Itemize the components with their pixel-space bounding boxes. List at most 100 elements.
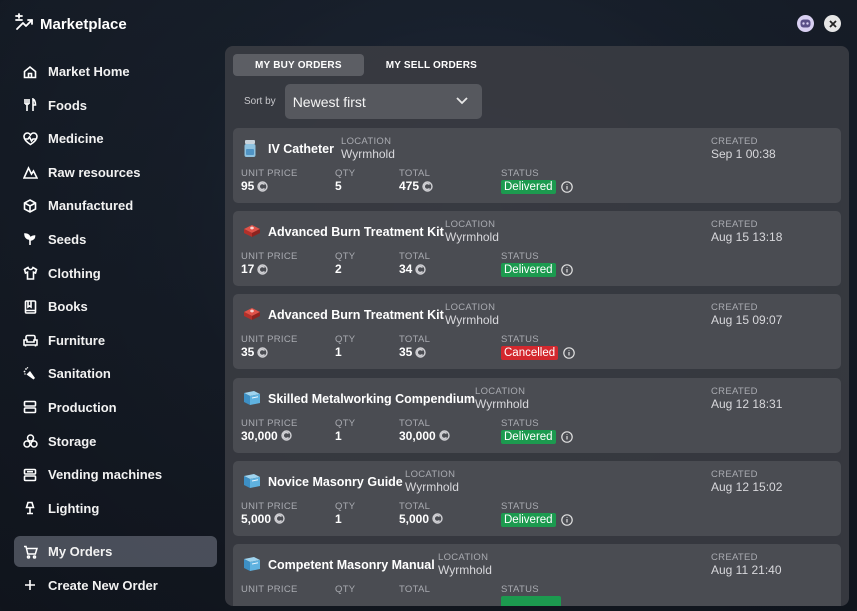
sidebar-item-label: Clothing [48, 265, 101, 281]
orders-panel: MY BUY ORDERS MY SELL ORDERS Sort by New… [225, 46, 849, 606]
sidebar-item-medicine[interactable]: Medicine [14, 123, 217, 154]
item-name: Advanced Burn Treatment Kit [268, 308, 444, 323]
assistant-bot-icon[interactable] [797, 15, 814, 32]
status-badge: Delivered [501, 263, 556, 278]
order-card[interactable]: Competent Masonry Manual LOCATION Wyrmho… [233, 543, 841, 606]
status-caption: STATUS [501, 251, 539, 263]
sidebar-item-vending-machines[interactable]: Vending machines [14, 459, 217, 490]
location-value: Wyrmhold [341, 147, 395, 161]
order-card[interactable]: Novice Masonry Guide LOCATION Wyrmhold C… [233, 460, 841, 536]
status-badge: Cancelled [501, 346, 559, 361]
location-value: Wyrmhold [445, 230, 499, 245]
heartbeat-icon [22, 131, 38, 147]
info-icon[interactable] [563, 347, 575, 360]
sidebar-item-create-new-order[interactable]: Create New Order [14, 570, 217, 601]
sidebar-item-label: Create New Order [48, 577, 158, 593]
created-value: Sep 1 00:38 [711, 147, 776, 161]
location-caption: LOCATION [405, 468, 456, 480]
sidebar-item-manufactured[interactable]: Manufactured [14, 190, 217, 221]
location-value: Wyrmhold [445, 313, 499, 328]
info-icon[interactable] [560, 264, 573, 276]
total-caption: TOTAL [399, 583, 431, 595]
sidebar-item-raw-resources[interactable]: Raw resources [14, 157, 217, 188]
status-caption: STATUS [501, 500, 539, 512]
sidebar-item-seeds[interactable]: Seeds [14, 224, 217, 255]
mountain-icon [22, 164, 38, 180]
unit-price-value: 17 [241, 262, 255, 277]
status-badge: Delivered [501, 512, 556, 527]
marketplace-logo-icon [14, 13, 34, 35]
book-icon [22, 299, 38, 315]
coin-icon [432, 513, 443, 524]
sidebar-item-label: Medicine [48, 131, 104, 147]
coin-icon [257, 263, 269, 275]
total-caption: TOTAL [399, 417, 431, 429]
order-card[interactable]: IV Catheter LOCATION Wyrmhold CREATED Se… [233, 128, 841, 203]
created-caption: CREATED [711, 219, 758, 231]
info-icon[interactable] [560, 181, 573, 193]
info-icon[interactable] [560, 513, 573, 526]
sidebar-item-label: Lighting [48, 500, 100, 516]
sidebar-item-label: Foods [48, 97, 87, 113]
total-caption: TOTAL [399, 334, 431, 346]
tab-my-sell-orders[interactable]: MY SELL ORDERS [364, 54, 499, 76]
sidebar-item-label: Storage [48, 433, 97, 449]
sort-select[interactable]: Newest first [284, 84, 482, 119]
sidebar: Market Home Foods Medicine Raw resources… [14, 56, 217, 604]
qty-caption: QTY [335, 500, 356, 512]
location-value: Wyrmhold [405, 479, 459, 494]
sidebar-item-my-orders[interactable]: My Orders [14, 536, 217, 568]
chevron-down-icon [454, 92, 470, 111]
sidebar-item-market-home[interactable]: Market Home [14, 56, 217, 87]
orders-list: IV Catheter LOCATION Wyrmhold CREATED Se… [233, 128, 841, 606]
sofa-icon [22, 332, 38, 348]
location-caption: LOCATION [445, 302, 496, 314]
status-badge [501, 595, 561, 606]
total-value: 35 [399, 345, 413, 360]
created-caption: CREATED [711, 468, 758, 480]
sidebar-item-sanitation[interactable]: Sanitation [14, 358, 217, 389]
sidebar-item-label: Production [48, 399, 117, 415]
unit-price-caption: UNIT PRICE [241, 417, 298, 429]
sidebar-item-production[interactable]: Production [14, 392, 217, 423]
status-caption: STATUS [501, 168, 539, 179]
close-icon[interactable] [824, 15, 841, 32]
coin-icon [281, 430, 292, 441]
sidebar-item-label: Vending machines [48, 467, 163, 483]
sidebar-item-books[interactable]: Books [14, 291, 217, 322]
item-name: Skilled Metalworking Compendium [268, 391, 475, 406]
app-title-text: Marketplace [40, 15, 127, 33]
unit-price-value: 95 [241, 179, 255, 193]
created-caption: CREATED [711, 385, 758, 397]
order-tabs: MY BUY ORDERS MY SELL ORDERS [233, 54, 499, 76]
unit-price-caption: UNIT PRICE [241, 168, 298, 179]
home-icon [22, 64, 38, 80]
book-blue-icon [243, 390, 260, 408]
created-value: Aug 15 13:18 [711, 230, 783, 245]
cart-icon [22, 544, 38, 560]
qty-caption: QTY [335, 583, 356, 595]
order-card[interactable]: Advanced Burn Treatment Kit LOCATION Wyr… [233, 211, 841, 287]
sidebar-item-lighting[interactable]: Lighting [14, 493, 217, 524]
location-value: Wyrmhold [438, 562, 492, 577]
sidebar-item-furniture[interactable]: Furniture [14, 325, 217, 356]
location-caption: LOCATION [438, 551, 489, 563]
server-icon [22, 399, 38, 415]
qty-caption: QTY [335, 168, 356, 179]
sidebar-item-storage[interactable]: Storage [14, 426, 217, 457]
order-card[interactable]: Skilled Metalworking Compendium LOCATION… [233, 377, 841, 453]
shirt-icon [22, 265, 38, 281]
sidebar-item-label: Raw resources [48, 164, 141, 180]
app-title: Marketplace [14, 13, 127, 35]
tab-my-buy-orders[interactable]: MY BUY ORDERS [233, 54, 364, 76]
info-icon[interactable] [560, 430, 573, 443]
sidebar-item-label: Market Home [48, 64, 130, 79]
location-value: Wyrmhold [475, 396, 529, 411]
sidebar-item-foods[interactable]: Foods [14, 90, 217, 121]
sidebar-item-clothing[interactable]: Clothing [14, 258, 217, 289]
unit-price-caption: UNIT PRICE [241, 334, 298, 346]
qty-caption: QTY [335, 334, 356, 346]
order-card[interactable]: Advanced Burn Treatment Kit LOCATION Wyr… [233, 294, 841, 370]
qty-caption: QTY [335, 251, 356, 263]
qty-value: 5 [335, 179, 342, 193]
